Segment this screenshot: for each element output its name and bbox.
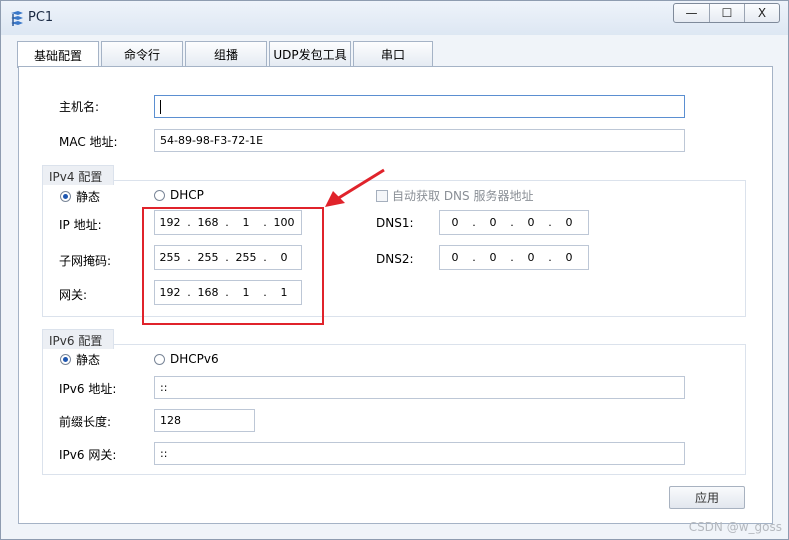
red-highlight-box — [142, 207, 324, 325]
pc-app-icon — [11, 11, 23, 26]
ipv4-static-label: 静态 — [76, 190, 101, 204]
dns2-octet-2: 0 — [489, 251, 497, 264]
watermark: CSDN @w_goss — [688, 520, 782, 534]
ip-address-label: IP 地址: — [59, 218, 102, 232]
auto-dns-checkbox[interactable]: 自动获取 DNS 服务器地址 — [376, 187, 533, 204]
auto-dns-label: 自动获取 DNS 服务器地址 — [392, 189, 534, 203]
tab-udp-tool[interactable]: UDP发包工具 — [269, 41, 351, 67]
ipv4-static-radio[interactable]: 静态 — [60, 188, 100, 205]
dns1-octet-2: 0 — [489, 216, 497, 229]
subnet-mask-label: 子网掩码: — [59, 254, 112, 268]
window-controls: — ☐ X — [673, 3, 780, 23]
pc1-config-window: PC1 — ☐ X 基础配置 命令行 组播 UDP发包工具 串口 主机名: MA… — [0, 0, 789, 540]
ipv6-gateway-label: IPv6 网关: — [59, 448, 117, 462]
text-caret — [160, 99, 161, 114]
dns2-label: DNS2: — [376, 252, 414, 266]
mac-address-field[interactable]: 54-89-98-F3-72-1E — [154, 129, 685, 152]
dns1-octet-3: 0 — [527, 216, 535, 229]
title-bar[interactable]: PC1 — ☐ X — [1, 1, 788, 35]
gateway-label: 网关: — [59, 288, 88, 302]
ipv6-gateway-input[interactable]: :: — [154, 442, 685, 465]
radio-selected-icon — [60, 191, 71, 202]
maximize-button[interactable]: ☐ — [709, 4, 744, 22]
dns2-octet-1: 0 — [451, 251, 459, 264]
mac-address-value: 54-89-98-F3-72-1E — [160, 134, 264, 147]
dns1-label: DNS1: — [376, 216, 414, 230]
ipv6-address-label: IPv6 地址: — [59, 382, 117, 396]
dns2-octet-3: 0 — [527, 251, 535, 264]
window-title: PC1 — [28, 10, 54, 25]
tab-multicast[interactable]: 组播 — [185, 41, 267, 67]
tab-command-line[interactable]: 命令行 — [101, 41, 183, 67]
tab-serial[interactable]: 串口 — [353, 41, 433, 67]
ipv4-group-title: IPv4 配置 — [42, 165, 114, 185]
red-arrow-icon — [325, 168, 385, 207]
ipv6-address-value: :: — [160, 381, 168, 394]
ipv6-address-input[interactable]: :: — [154, 376, 685, 399]
ipv4-dhcp-label: DHCP — [170, 188, 204, 202]
dns2-octet-4: 0 — [565, 251, 573, 264]
dns1-octet-1: 0 — [451, 216, 459, 229]
tab-bar: 基础配置 命令行 组播 UDP发包工具 串口 — [17, 41, 435, 68]
mac-label: MAC 地址: — [59, 135, 118, 149]
ipv6-gateway-value: :: — [160, 447, 168, 460]
tab-basic-config[interactable]: 基础配置 — [17, 41, 99, 68]
radio-unselected-icon — [154, 353, 165, 365]
radio-unselected-icon — [154, 189, 165, 201]
ipv4-dhcp-radio[interactable]: DHCP — [154, 188, 204, 202]
hostname-label: 主机名: — [59, 100, 100, 114]
ipv6-static-radio[interactable]: 静态 — [60, 351, 100, 368]
dns2-input[interactable]: 0. 0. 0. 0 — [439, 245, 589, 270]
apply-button[interactable]: 应用 — [669, 486, 745, 509]
minimize-icon: — — [685, 6, 698, 20]
prefix-length-input[interactable]: 128 — [154, 409, 255, 432]
ipv6-dhcpv6-label: DHCPv6 — [170, 352, 219, 366]
ipv6-dhcpv6-radio[interactable]: DHCPv6 — [154, 352, 219, 366]
maximize-icon: ☐ — [721, 6, 733, 20]
radio-selected-icon — [60, 354, 71, 365]
close-button[interactable]: X — [744, 4, 779, 22]
dns1-octet-4: 0 — [565, 216, 573, 229]
close-icon: X — [757, 6, 767, 20]
ipv6-group-title: IPv6 配置 — [42, 329, 114, 349]
hostname-input[interactable] — [154, 95, 685, 118]
dns1-input[interactable]: 0. 0. 0. 0 — [439, 210, 589, 235]
minimize-button[interactable]: — — [674, 4, 709, 22]
prefix-length-label: 前缀长度: — [59, 415, 112, 429]
ipv6-static-label: 静态 — [76, 353, 101, 367]
prefix-length-value: 128 — [160, 414, 181, 427]
